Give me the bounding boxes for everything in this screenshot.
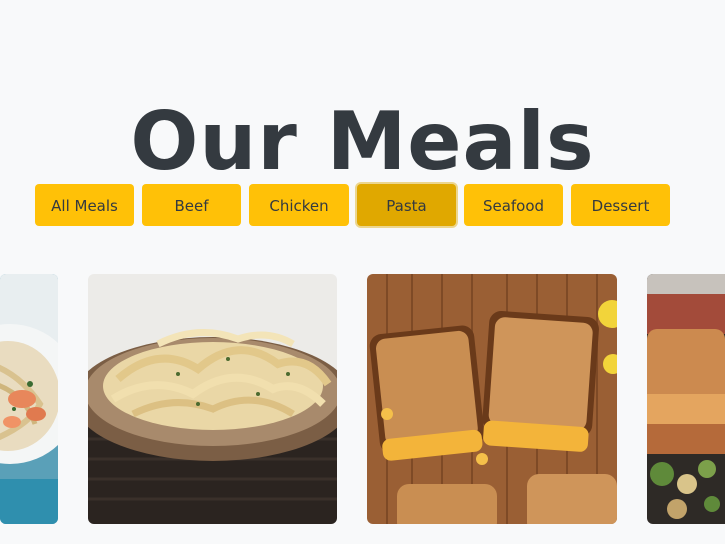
grilled-cheese-salad-photo xyxy=(647,274,725,524)
filter-chicken-button[interactable]: Chicken xyxy=(249,184,349,226)
filter-all-meals-button[interactable]: All Meals xyxy=(35,184,134,226)
filter-beef-button[interactable]: Beef xyxy=(142,184,241,226)
meal-card-grilled-cheese-salad[interactable] xyxy=(647,274,725,524)
meal-card-shrimp-pasta[interactable] xyxy=(0,274,58,524)
meal-carousel xyxy=(0,274,725,524)
filter-seafood-button[interactable]: Seafood xyxy=(464,184,563,226)
meal-card-grilled-cheese-mac[interactable] xyxy=(367,274,617,524)
filter-pasta-button[interactable]: Pasta xyxy=(357,184,456,226)
meal-card-fettuccine-alfredo[interactable] xyxy=(88,274,337,524)
filter-dessert-button[interactable]: Dessert xyxy=(571,184,670,226)
fettuccine-alfredo-photo xyxy=(88,274,337,524)
shrimp-pasta-photo xyxy=(0,274,58,524)
grilled-cheese-mac-photo xyxy=(367,274,617,524)
page-title: Our Meals xyxy=(130,94,595,188)
